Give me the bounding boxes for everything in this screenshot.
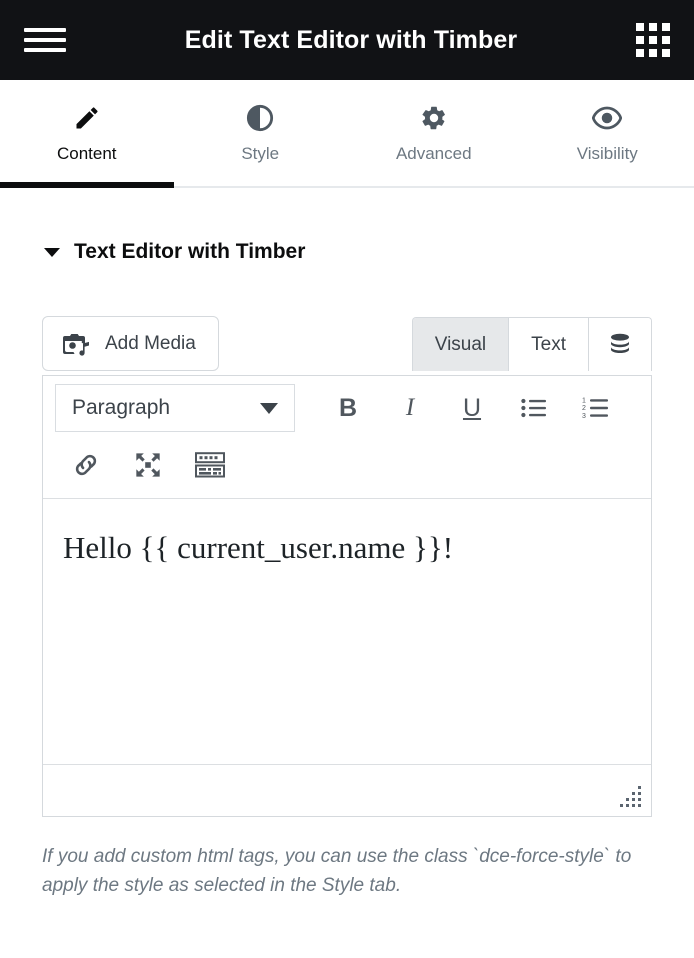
insert-link-button[interactable]: [55, 442, 117, 488]
editor-status-bar: [43, 764, 651, 816]
hamburger-line: [24, 28, 66, 32]
keyboard-toolbar-icon: [195, 452, 225, 478]
editor-toolbar-row-1: Paragraph B I U 1 2 3: [43, 376, 651, 440]
editor-top-row: Add Media Visual Text: [42, 316, 652, 371]
tab-content[interactable]: Content: [0, 80, 174, 188]
svg-text:3: 3: [582, 413, 586, 420]
link-chain-icon: [71, 451, 101, 479]
bulleted-list-icon: [521, 397, 547, 419]
pencil-icon: [73, 103, 101, 133]
format-select-value: Paragraph: [72, 396, 171, 419]
tab-label: Content: [56, 143, 117, 163]
editor-content-area[interactable]: Hello {{ current_user.name }}!: [43, 498, 651, 764]
hamburger-icon[interactable]: [24, 24, 66, 56]
hamburger-line: [24, 38, 66, 42]
numbered-list-button[interactable]: 1 2 3: [565, 385, 627, 431]
svg-text:1: 1: [582, 398, 586, 405]
wysiwyg-editor: Add Media Visual Text Paragraph B I U 1 …: [42, 316, 652, 817]
database-stack-icon: [609, 333, 631, 357]
panel-header: Edit Text Editor with Timber: [0, 0, 694, 80]
contrast-icon: [246, 103, 274, 133]
editor-container: Paragraph B I U 1 2 3 Hello {{current_u…: [42, 375, 652, 817]
editor-mode-tabs: Visual Text: [411, 317, 652, 371]
paragraph-format-select[interactable]: Paragraph: [55, 384, 295, 432]
resize-grip-icon[interactable]: [620, 786, 642, 808]
media-camera-note-icon: [63, 332, 91, 356]
panel-tabs: Content Style Advanced Visibility: [0, 80, 694, 188]
caret-down-icon: [260, 402, 278, 414]
chevron-down-icon: [44, 247, 60, 257]
dynamic-tags-button[interactable]: [589, 318, 651, 371]
toolbar-toggle-button[interactable]: [179, 442, 241, 488]
tab-text-mode[interactable]: Text: [509, 318, 589, 371]
tab-visual-mode[interactable]: Visual: [412, 318, 510, 371]
section-toggle-text-editor-with-timber[interactable]: Text Editor with Timber: [0, 188, 694, 264]
fullscreen-button[interactable]: [117, 442, 179, 488]
bulleted-list-button[interactable]: [503, 385, 565, 431]
numbered-list-icon: 1 2 3: [582, 396, 610, 420]
italic-button[interactable]: I: [379, 385, 441, 431]
field-help-text: If you add custom html tags, you can use…: [42, 846, 632, 896]
tab-label: Style: [241, 143, 280, 163]
editor-toolbar-row-2: [43, 440, 651, 498]
underline-button[interactable]: U: [441, 385, 503, 431]
tab-visibility[interactable]: Visibility: [521, 80, 694, 186]
tab-advanced[interactable]: Advanced: [347, 80, 521, 186]
bold-button[interactable]: B: [317, 385, 379, 431]
add-media-button[interactable]: Add Media: [42, 316, 219, 371]
grid-apps-icon[interactable]: [636, 23, 670, 57]
gear-icon: [420, 103, 448, 133]
editor-content-text: Hello {{ current_user.name }}!: [63, 530, 454, 565]
expand-arrows-icon: [134, 451, 162, 479]
hamburger-line: [24, 48, 66, 52]
tab-label: Advanced: [395, 143, 472, 163]
page-title: Edit Text Editor with Timber: [184, 25, 518, 54]
add-media-label: Add Media: [105, 332, 196, 354]
tab-style[interactable]: Style: [174, 80, 348, 186]
eye-icon: [592, 103, 623, 133]
section-title: Text Editor with Timber: [74, 240, 306, 263]
tab-label: Visibility: [576, 143, 638, 163]
svg-text:2: 2: [582, 405, 586, 412]
